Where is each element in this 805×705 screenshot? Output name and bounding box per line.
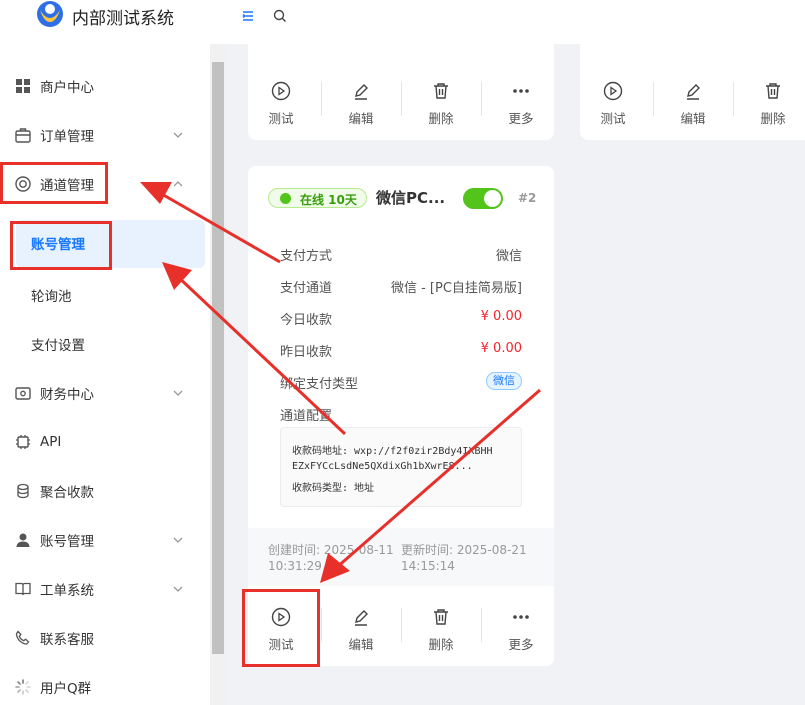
annotation-box-channel-management [0,162,108,204]
payment-channel-label: 支付通道 [280,281,333,296]
play-circle-icon [603,81,623,101]
edit-button[interactable]: 编辑 [328,602,408,662]
today-income-value: ¥ 0.00 [480,309,522,324]
created-time: 创建时间: 2025-08-11 10:31:29 [268,543,394,573]
pen-icon [687,84,700,100]
sidebar-scrollbar-thumb[interactable] [212,62,224,654]
card-timestamps: 创建时间: 2025-08-11 10:31:29 更新时间: 2025-08-… [248,528,554,586]
online-status-badge: 在线 10天 [268,188,367,208]
sidebar-item-contact-support[interactable]: 联系客服 [0,618,210,658]
payment-method-value: 微信 [495,249,522,264]
book-icon [15,582,31,596]
app-logo-icon [37,1,63,27]
annotation-box-test-button [242,589,320,667]
sidebar-item-merchant-center[interactable]: 商户中心 [0,66,210,106]
more-button[interactable]: 更多 [488,76,568,136]
card-actions: 测试 编辑 删除 [580,76,805,136]
channel-card-top-right: 测试 编辑 删除 [580,44,805,140]
card-number: #2 [518,191,537,205]
phone-icon [15,630,30,645]
more-dots-icon [513,89,529,93]
updated-time: 更新时间: 2025-08-21 14:15:14 [401,543,527,573]
card-actions: 测试 编辑 删除 更多 [248,76,568,136]
pen-icon [355,84,368,100]
delete-button[interactable]: 删除 [408,602,488,662]
payment-channel-value: 微信 - [PC自挂简易版] [390,281,522,296]
sidebar-subitem-polling-pool[interactable]: 轮询池 [0,274,210,314]
user-icon [16,533,30,547]
briefcase-icon [15,128,31,143]
sidebar-item-finance-center[interactable]: 财务中心 [0,373,210,413]
enable-toggle[interactable] [463,188,503,209]
delete-button[interactable]: 删除 [740,76,805,136]
check-circle-icon [280,193,291,204]
sidebar-item-account[interactable]: 账号管理 [0,520,210,560]
edit-button[interactable]: 编辑 [328,76,408,136]
more-button[interactable]: 更多 [488,602,568,662]
chevron-down-icon [173,132,183,138]
sidebar-item-ticket-system[interactable]: 工单系统 [0,569,210,609]
sidebar-item-orders[interactable]: 订单管理 [0,115,210,155]
pen-icon [355,610,368,626]
sidebar-subitem-payment-settings[interactable]: 支付设置 [0,323,210,363]
aggregate-icon [17,483,29,499]
loading-icon [15,679,31,695]
sidebar: 商户中心 订单管理 通道管理 账号管理 轮询池 支付设置 财务中心 API 聚合… [0,44,210,705]
config-line: EZxFYCcLsdNe5QXdixGh1bXwrE8... [292,461,473,472]
menu-toggle-icon[interactable] [240,8,256,24]
more-dots-icon [513,615,529,619]
config-line: 收款码类型: 地址 [292,483,375,494]
chevron-down-icon [173,390,183,396]
delete-button[interactable]: 删除 [408,76,488,136]
trash-icon [434,609,448,625]
toggle-knob [484,190,501,207]
search-icon[interactable] [272,8,288,24]
chip-icon [16,435,30,449]
sidebar-item-api[interactable]: API [0,422,210,462]
annotation-box-account-management [10,221,112,270]
wallet-icon [15,387,31,400]
today-income-label: 今日收款 [280,313,333,328]
payment-method-label: 支付方式 [280,249,333,264]
sidebar-item-aggregate-collection[interactable]: 聚合收款 [0,471,210,511]
config-line: 收款码地址: wxp://f2f0zir2Bdy4IXBHH [292,446,493,457]
test-button[interactable]: 测试 [580,76,660,136]
play-circle-icon [271,81,291,101]
trash-icon [766,83,780,99]
yesterday-income-value: ¥ 0.00 [480,341,522,356]
chevron-down-icon [173,537,183,543]
chevron-down-icon [173,586,183,592]
edit-button[interactable]: 编辑 [660,76,740,136]
test-button[interactable]: 测试 [248,76,328,136]
grid-icon [16,79,30,93]
chevron-up-icon [173,181,183,187]
sidebar-item-user-qq-group[interactable]: 用户Q群 [0,667,210,705]
top-header: 内部测试系统 [0,0,805,44]
payment-type-tag: 微信 [486,372,522,390]
trash-icon [434,83,448,99]
app-title: 内部测试系统 [72,9,174,29]
yesterday-income-label: 昨日收款 [280,345,333,360]
channel-card-top-left: 测试 编辑 删除 更多 [248,44,554,140]
channel-config-box: 收款码地址: wxp://f2f0zir2Bdy4IXBHH EZxFYCcLs… [280,427,522,507]
card-title: 微信PC... [376,189,446,207]
bound-payment-type-label: 绑定支付类型 [280,377,359,392]
channel-config-label: 通道配置 [280,409,333,424]
